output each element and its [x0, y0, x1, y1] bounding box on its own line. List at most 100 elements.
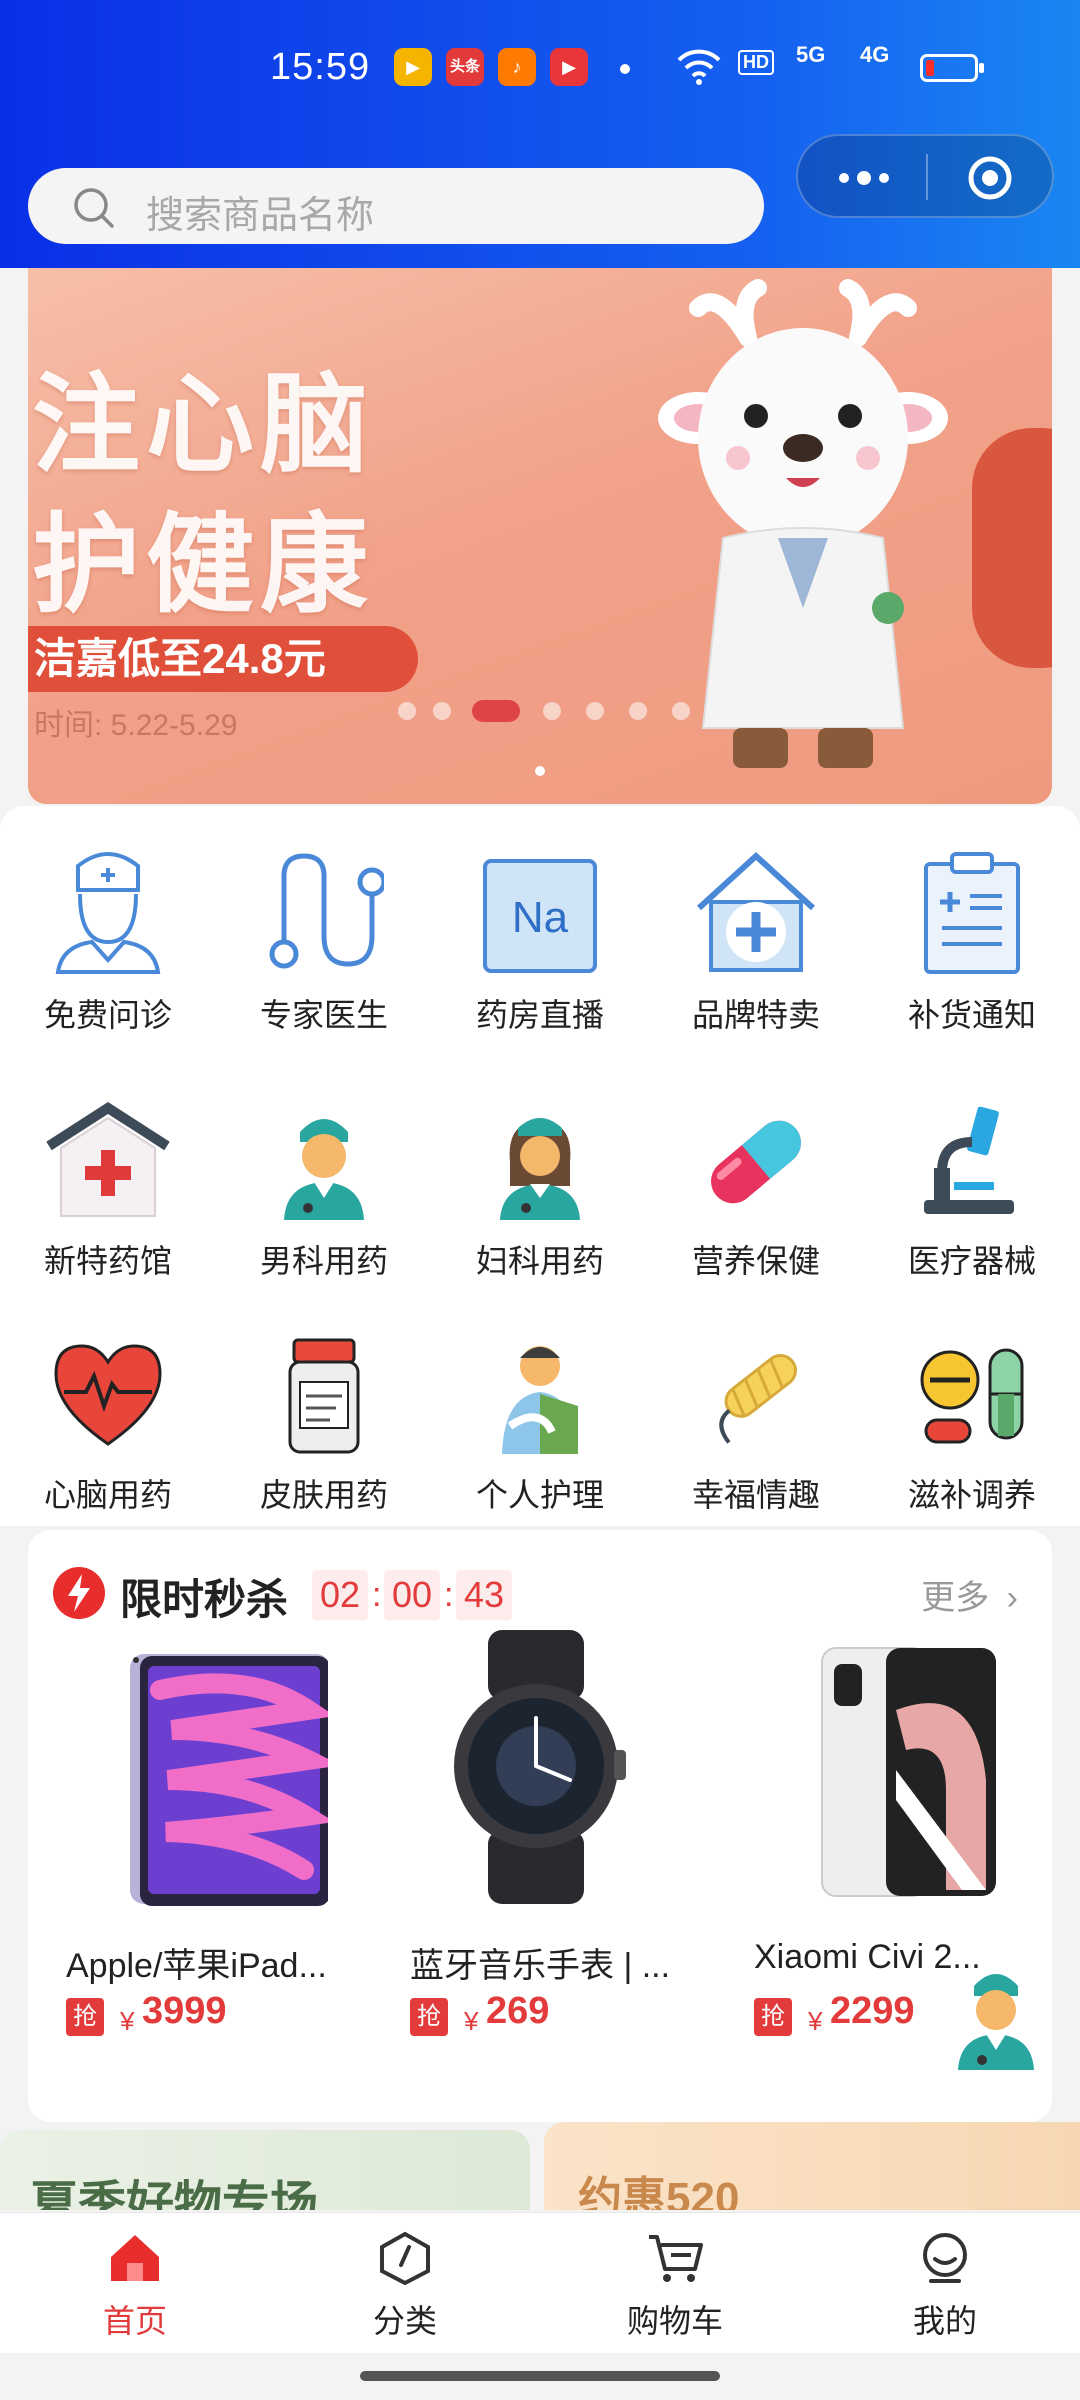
status-time: 15:59	[270, 46, 371, 88]
grid-label: 专家医生	[259, 997, 388, 1033]
grid-label: 新特药馆	[43, 1243, 172, 1279]
tab-cart[interactable]: 购物车	[540, 2231, 810, 2342]
medicine-jar-icon	[288, 1338, 360, 1454]
more-link[interactable]: 更多 ›	[921, 1570, 1018, 1619]
grid-item-nutrition[interactable]: 营养保健	[648, 1102, 864, 1282]
promo-card-summer[interactable]: 夏季好物专场	[0, 2130, 530, 2210]
grid-item-expert-doctor[interactable]: 专家医生	[216, 846, 432, 1036]
timer-seconds: 43	[456, 1570, 513, 1620]
timer-hours: 02	[312, 1570, 369, 1620]
more-options-icon[interactable]	[834, 164, 894, 192]
chevron-right-icon: ›	[1006, 1579, 1018, 1617]
profile-icon	[923, 2233, 967, 2283]
grid-item-gynecology[interactable]: 妇科用药	[432, 1102, 648, 1282]
hospital-icon	[46, 1102, 170, 1217]
grid-label: 滋补调养	[907, 1477, 1036, 1513]
currency-symbol: ¥	[464, 2006, 479, 2036]
grid-item-skin[interactable]: 皮肤用药	[216, 1336, 432, 1516]
app-notification-icon: ♪	[498, 48, 536, 86]
grid-item-restock-notice[interactable]: 补货通知	[864, 846, 1080, 1036]
heart-pulse-icon	[54, 1344, 162, 1446]
battery-icon	[920, 54, 984, 82]
promo-card-520[interactable]: 约惠520	[544, 2122, 1080, 2210]
timer-minutes: 00	[384, 1570, 441, 1620]
more-notifications-dot	[620, 64, 630, 74]
grid-item-personal-care[interactable]: 个人护理	[432, 1336, 648, 1516]
search-bar[interactable]: 搜索商品名称	[28, 168, 764, 244]
capsule-pill-icon	[711, 1120, 801, 1204]
product-price: 2299	[830, 1990, 915, 2032]
category-grid: 免费问诊 专家医生 Na 药房直播 品牌特卖 补货通知 新特药馆 男科用药 妇科…	[0, 806, 1080, 1526]
tab-label: 购物车	[626, 2303, 723, 2339]
signal-5g: 5G	[796, 42, 826, 67]
grid-label: 男科用药	[259, 1243, 388, 1279]
flash-sale-title: 限时秒杀	[120, 1576, 289, 1623]
grid-item-brand-sale[interactable]: 品牌特卖	[648, 846, 864, 1036]
toutiao-icon: 头条	[446, 48, 484, 86]
microscope-icon	[924, 1106, 1014, 1214]
bottom-tab-bar: 首页 分类 购物车 我的	[0, 2212, 1080, 2353]
carousel-dot-active[interactable]	[472, 700, 520, 722]
grid-item-mens-medicine[interactable]: 男科用药	[216, 1102, 432, 1282]
banner-headline: 注心脑	[32, 364, 375, 485]
grid-label: 免费问诊	[43, 997, 172, 1033]
grid-label: 妇科用药	[475, 1243, 604, 1279]
grid-item-medical-devices[interactable]: 医疗器械	[864, 1102, 1080, 1282]
signal-4g: 4G	[860, 42, 890, 67]
search-placeholder: 搜索商品名称	[146, 195, 375, 237]
patient-icon	[502, 1346, 578, 1454]
grid-label: 幸福情趣	[691, 1477, 820, 1513]
cart-icon	[649, 2235, 703, 2282]
clipboard-icon	[924, 852, 1020, 974]
grid-item-cardio[interactable]: 心脑用药	[0, 1336, 216, 1516]
grid-label: 心脑用药	[43, 1477, 172, 1513]
miniprogram-capsule	[796, 134, 1054, 218]
pharmacy-house-icon	[696, 851, 816, 972]
home-indicator[interactable]	[360, 2371, 720, 2381]
banner-page-indicator	[535, 766, 545, 776]
promo-title: 约惠520	[578, 2174, 740, 2210]
xiaomi-phone-product-image	[821, 1647, 996, 1897]
flash-sale-section: 限时秒杀 02 : 00 : 43 更多 › Apple/苹果iPad... 抢…	[28, 1530, 1052, 2122]
wifi-icon	[677, 49, 721, 85]
tab-home[interactable]: 首页	[0, 2231, 270, 2342]
grab-tag: 抢	[754, 1998, 792, 2036]
carousel-dot[interactable]	[586, 702, 604, 720]
carousel-dot[interactable]	[398, 702, 416, 720]
grid-label: 营养保健	[691, 1243, 820, 1279]
status-bar: 15:59 ▶ 头条 ♪ ▶ HD 5G 4G	[0, 28, 1080, 108]
tampon-icon	[719, 1354, 798, 1444]
ipad-product-image	[130, 1654, 328, 1906]
carousel-dot[interactable]	[433, 702, 451, 720]
product-name: Apple/苹果iPad...	[66, 1947, 327, 1985]
tab-category[interactable]: 分类	[270, 2231, 540, 2342]
smartwatch-product-image	[454, 1630, 626, 1904]
compass-icon	[380, 2231, 430, 2286]
more-label: 更多	[921, 1579, 990, 1617]
app-notification-icon: ▶	[394, 48, 432, 86]
grid-item-free-consult[interactable]: 免费问诊	[0, 846, 216, 1036]
home-icon	[111, 2235, 159, 2281]
search-icon	[74, 188, 114, 228]
customer-service-doctor-icon[interactable]	[944, 1964, 1048, 2072]
timer-separator: :	[372, 1576, 382, 1614]
close-miniprogram-icon[interactable]	[966, 154, 1014, 202]
grid-label: 品牌特卖	[691, 997, 820, 1033]
tab-mine[interactable]: 我的	[810, 2231, 1080, 2342]
grid-item-adult[interactable]: 幸福情趣	[648, 1336, 864, 1516]
carousel-dot[interactable]	[672, 702, 690, 720]
grid-item-tonic[interactable]: 滋补调养	[864, 1336, 1080, 1516]
grid-label: 皮肤用药	[259, 1477, 388, 1513]
grid-item-new-drugs[interactable]: 新特药馆	[0, 1102, 216, 1282]
banner-date: 时间: 5.22-5.29	[34, 709, 238, 742]
carousel-dot[interactable]	[629, 702, 647, 720]
promo-banner[interactable]: 注心脑 护健康 洁嘉低至24.8元 时间: 5.22-5.29	[28, 268, 1052, 804]
stethoscope-icon	[269, 853, 384, 969]
carousel-dot[interactable]	[543, 702, 561, 720]
grid-item-pharmacy-live[interactable]: Na 药房直播	[432, 846, 648, 1036]
grid-label: 补货通知	[907, 997, 1036, 1033]
product-name: 蓝牙音乐手表 | ...	[410, 1947, 671, 1985]
tab-label: 首页	[102, 2303, 167, 2339]
product-price: 3999	[142, 1990, 227, 2032]
grid-label: 个人护理	[475, 1477, 604, 1513]
